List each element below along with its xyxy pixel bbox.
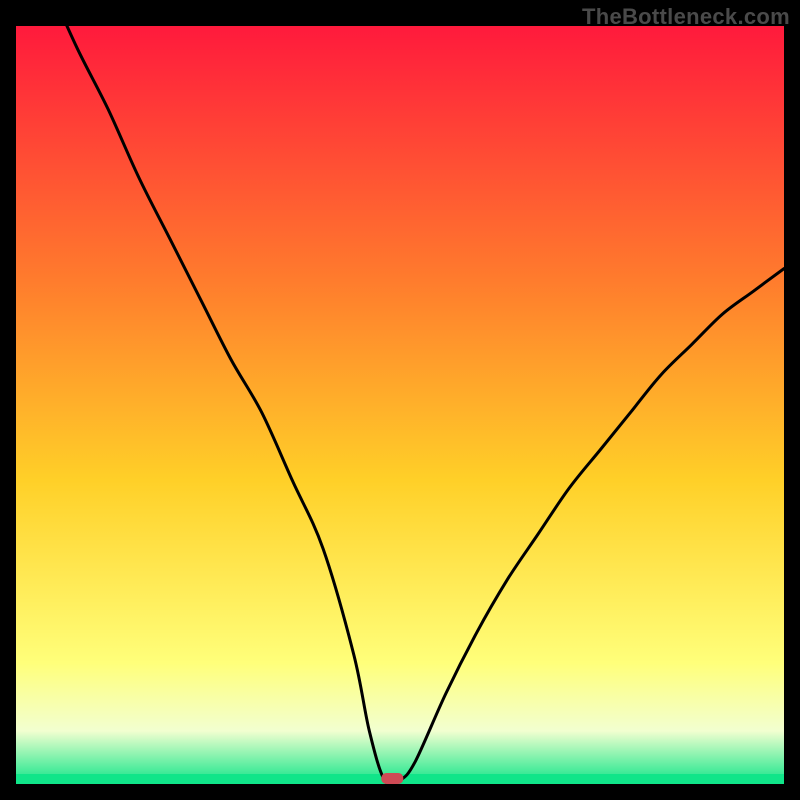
gradient-background	[16, 26, 784, 784]
minimum-marker	[381, 773, 403, 784]
chart-stage: TheBottleneck.com	[0, 0, 800, 800]
bottleneck-plot	[16, 26, 784, 784]
chart-svg	[16, 26, 784, 784]
